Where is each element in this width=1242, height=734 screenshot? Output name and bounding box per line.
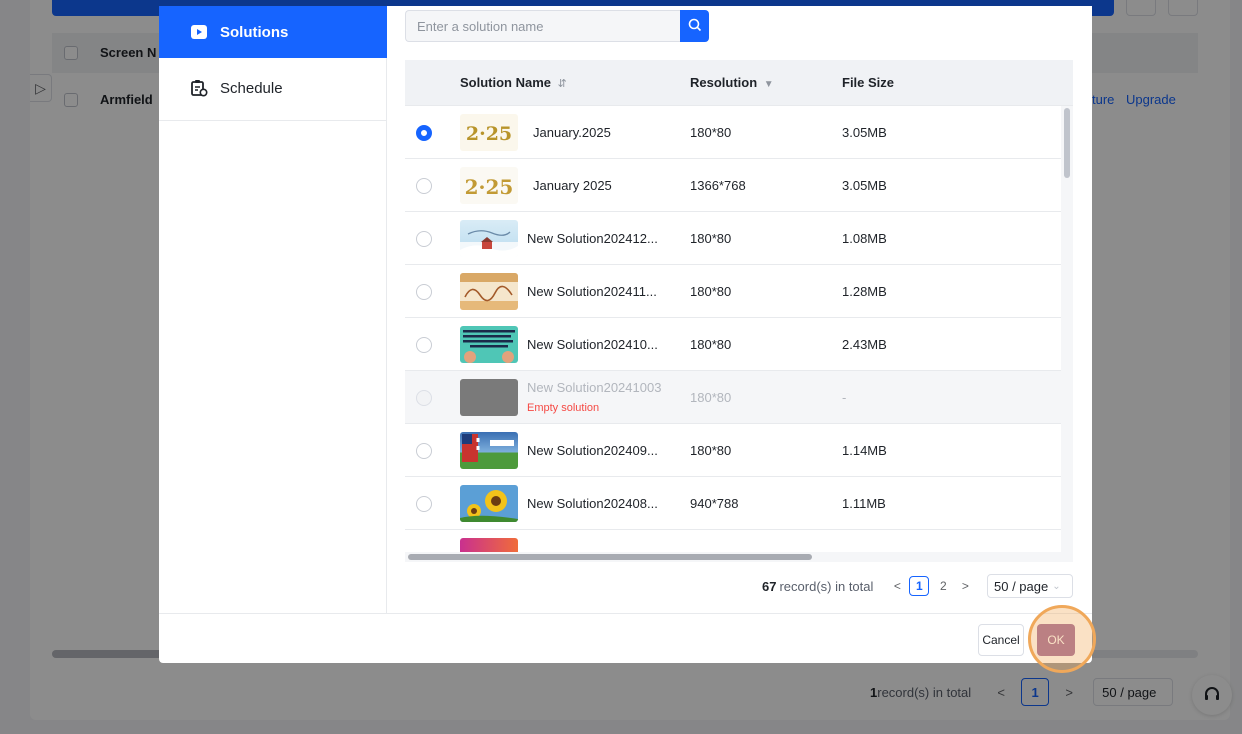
table-header: Solution Name ⇵ Resolution ▼ File Size	[405, 60, 1073, 106]
table-row-disabled: New Solution20241003 Empty solution 180*…	[405, 371, 1061, 424]
thumb-2025-a: 2·25	[460, 114, 518, 151]
table-row[interactable]: New Solution202409... 180*80 1.14MB	[405, 424, 1061, 477]
row-resolution: 180*80	[690, 231, 732, 246]
row-file-size: 1.28MB	[842, 284, 887, 299]
row-solution-name: January 2025	[533, 178, 612, 193]
modal-pagination: 67 record(s) in total < 1 2 >	[762, 574, 975, 598]
solutions-table: Solution Name ⇵ Resolution ▼ File Size 2…	[405, 60, 1073, 560]
row-radio[interactable]	[416, 178, 432, 194]
search-icon	[688, 18, 702, 35]
cancel-button[interactable]: Cancel	[978, 624, 1024, 656]
row-resolution: 940*788	[690, 496, 739, 511]
column-file-size: File Size	[842, 75, 895, 90]
play-icon	[190, 23, 208, 41]
thumb-teal-text	[460, 326, 518, 363]
column-label: Solution Name	[460, 75, 552, 90]
row-solution-name: January.2025	[533, 125, 611, 140]
click-highlight-ring	[1028, 605, 1096, 673]
row-resolution: 180*80	[690, 443, 732, 458]
row-solution-name: New Solution202409...	[527, 443, 658, 458]
row-radio[interactable]	[416, 231, 432, 247]
row-radio[interactable]	[416, 443, 432, 459]
row-file-size: 2.43MB	[842, 337, 887, 352]
table-vertical-scroll-thumb[interactable]	[1064, 108, 1070, 178]
row-file-size: 1.08MB	[842, 231, 887, 246]
table-row[interactable]: New Solution202412... 180*80 1.08MB	[405, 212, 1061, 265]
svg-text:2·25: 2·25	[465, 175, 514, 199]
row-radio-disabled	[416, 390, 432, 406]
row-solution-name: New Solution20241003	[527, 380, 662, 395]
sort-icon[interactable]: ⇵	[558, 78, 567, 90]
table-row[interactable]: New Solution202408... 940*788 1.11MB	[405, 477, 1061, 530]
row-resolution: 180*80	[690, 390, 732, 405]
column-solution-name[interactable]: Solution Name ⇵	[460, 60, 567, 106]
row-solution-name: New Solution202408...	[527, 496, 658, 511]
thumb-labor-day	[460, 432, 518, 469]
chevron-down-icon: ⌄	[1052, 580, 1061, 592]
row-resolution: 180*80	[690, 284, 732, 299]
sidebar-item-label: Solutions	[220, 23, 289, 41]
table-row[interactable]: New Solution202411... 180*80 1.28MB	[405, 265, 1061, 318]
table-row[interactable]: 2·25 January 2025 1366*768 3.05MB	[405, 159, 1061, 212]
row-radio[interactable]	[416, 337, 432, 353]
filter-icon[interactable]: ▼	[764, 79, 774, 90]
row-file-size: 1.11MB	[842, 496, 886, 511]
row-file-size: 3.05MB	[842, 178, 887, 193]
column-label: Resolution	[690, 75, 758, 90]
table-horizontal-scroll-thumb[interactable]	[408, 554, 812, 560]
sidebar-item-schedule[interactable]: Schedule	[159, 62, 387, 114]
row-resolution: 180*80	[690, 337, 732, 352]
next-page-button[interactable]: >	[955, 576, 975, 596]
thumb-sunflower	[460, 485, 518, 522]
row-empty-note: Empty solution	[527, 402, 600, 414]
page-1-button[interactable]: 1	[909, 576, 930, 596]
thumb-december	[460, 220, 518, 257]
row-file-size: 3.05MB	[842, 125, 887, 140]
sidebar-item-solutions[interactable]: Solutions	[159, 6, 387, 58]
prev-page-button[interactable]: <	[887, 576, 907, 596]
page-2-button[interactable]: 2	[933, 576, 953, 596]
search-button[interactable]	[680, 10, 709, 42]
page-size-select[interactable]: 50 / page ⌄	[987, 574, 1073, 598]
row-resolution: 180*80	[690, 125, 732, 140]
table-row[interactable]: 2·25 January.2025 180*80 3.05MB	[405, 106, 1061, 159]
thumb-empty	[460, 379, 518, 416]
column-resolution[interactable]: Resolution ▼	[690, 60, 774, 106]
total-count: 67	[762, 578, 777, 594]
row-radio[interactable]	[416, 284, 432, 300]
row-solution-name: New Solution202412...	[527, 231, 658, 246]
solution-search-input[interactable]	[405, 10, 680, 42]
sidebar-divider	[159, 120, 387, 121]
row-radio[interactable]	[416, 125, 432, 141]
sidebar-item-label: Schedule	[220, 79, 283, 97]
thumb-hello	[460, 273, 518, 310]
row-file-size: -	[842, 390, 847, 405]
modal-footer: Cancel OK	[159, 613, 1092, 663]
row-resolution: 1366*768	[690, 178, 746, 193]
svg-text:2·25: 2·25	[466, 123, 512, 145]
solution-picker-modal: Solutions Schedule Solution Name ⇵ Resol…	[159, 6, 1092, 663]
page-size-value: 50 / page	[994, 578, 1049, 594]
row-solution-name: New Solution202410...	[527, 337, 658, 352]
schedule-icon	[190, 79, 208, 97]
row-file-size: 1.14MB	[842, 443, 887, 458]
total-label: record(s) in total	[779, 578, 874, 594]
row-solution-name: New Solution202411...	[527, 284, 657, 299]
table-row[interactable]: New Solution202410... 180*80 2.43MB	[405, 318, 1061, 371]
row-radio[interactable]	[416, 496, 432, 512]
thumb-2025-b: 2·25	[460, 167, 518, 204]
modal-sidebar: Solutions Schedule	[159, 6, 387, 613]
